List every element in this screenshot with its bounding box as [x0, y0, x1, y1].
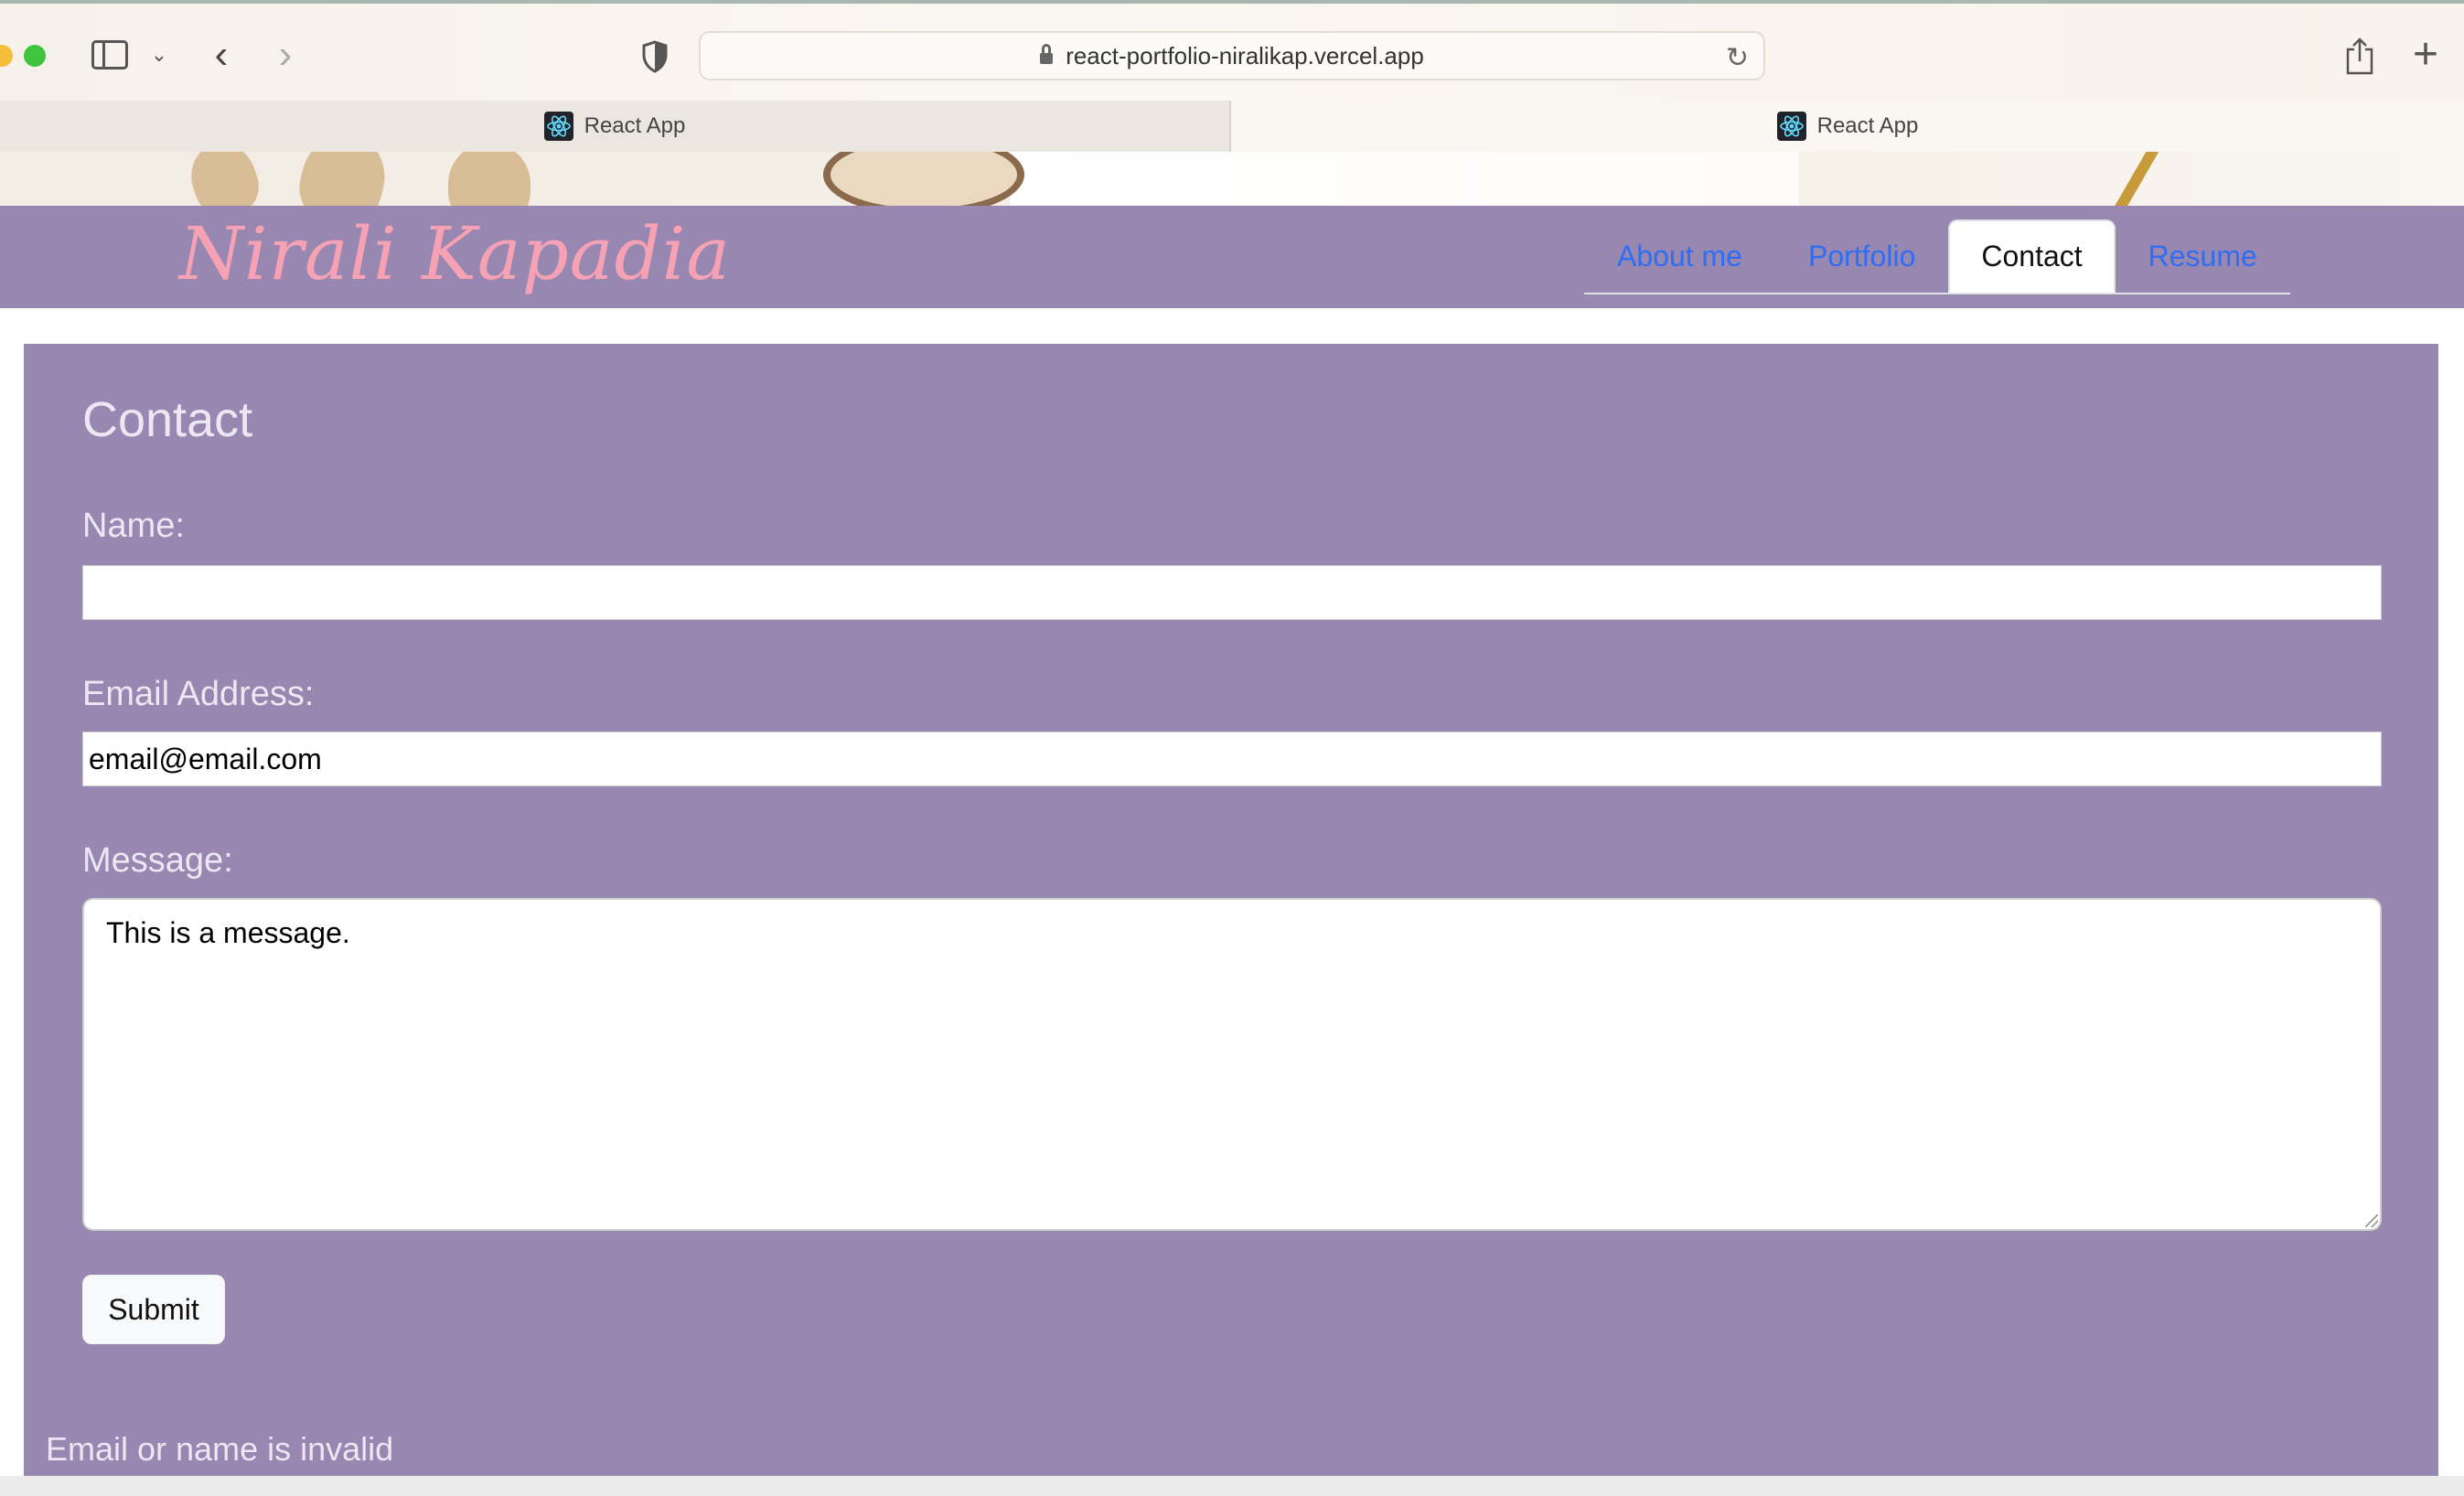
page-title: Contact	[82, 392, 253, 447]
name-label: Name:	[82, 507, 185, 545]
tab-strip: React App React App	[0, 101, 2464, 152]
message-textarea[interactable]: This is a message.	[82, 898, 2382, 1231]
site-header: Nirali Kapadia About me Portfolio Contac…	[0, 206, 2464, 308]
browser-tab-2[interactable]: React App	[1231, 101, 2464, 152]
email-label: Email Address:	[82, 675, 315, 713]
back-icon[interactable]: ‹	[201, 32, 241, 77]
tab-title: React App	[1816, 113, 1919, 138]
gold-pen-decoration	[2104, 152, 2169, 207]
tab-title: React App	[584, 113, 686, 138]
zoom-window-button[interactable]	[24, 45, 46, 67]
browser-tab-1[interactable]: React App	[0, 101, 1231, 152]
form-error-message: Email or name is invalid	[46, 1430, 394, 1468]
message-label: Message:	[82, 841, 233, 880]
minimize-window-button[interactable]	[0, 45, 13, 67]
hero-background-image	[0, 152, 2464, 207]
nav-about-me[interactable]: About me	[1584, 219, 1775, 293]
browser-toolbar: ⌄ ‹ › react-portfolio-niralikap.vercel.a…	[0, 0, 2464, 101]
url-text: react-portfolio-niralikap.vercel.app	[1066, 41, 1424, 69]
reload-icon[interactable]: ↻	[1726, 42, 1749, 74]
address-bar[interactable]: react-portfolio-niralikap.vercel.app ↻	[699, 31, 1765, 80]
site-nav: About me Portfolio Contact Resume	[1584, 219, 2290, 294]
submit-button[interactable]: Submit	[82, 1275, 225, 1344]
react-favicon-icon	[543, 112, 573, 141]
window-bottom-edge	[0, 1476, 2464, 1496]
forward-icon[interactable]: ›	[265, 32, 305, 77]
lock-icon	[1040, 44, 1054, 64]
sidebar-icon[interactable]	[91, 40, 128, 69]
contact-section: Contact Name: Email Address: Message: Th…	[24, 344, 2438, 1496]
email-input[interactable]	[82, 732, 2382, 786]
leaf-decoration	[181, 152, 267, 207]
name-input[interactable]	[82, 565, 2382, 620]
nav-resume[interactable]: Resume	[2116, 219, 2290, 293]
leaf-decoration	[291, 152, 395, 207]
chevron-down-icon[interactable]: ⌄	[146, 38, 172, 71]
wood-slice-decoration	[823, 152, 1024, 207]
nav-contact[interactable]: Contact	[1948, 219, 2116, 293]
resize-handle-icon[interactable]	[2365, 1214, 2378, 1227]
site-brand[interactable]: Nirali Kapadia	[179, 206, 731, 308]
share-icon[interactable]	[2341, 35, 2378, 77]
react-favicon-icon	[1776, 112, 1806, 141]
nav-portfolio[interactable]: Portfolio	[1775, 219, 1948, 293]
shield-icon[interactable]	[637, 37, 673, 77]
leaf-decoration	[448, 152, 530, 207]
plus-icon[interactable]: +	[2405, 30, 2446, 79]
